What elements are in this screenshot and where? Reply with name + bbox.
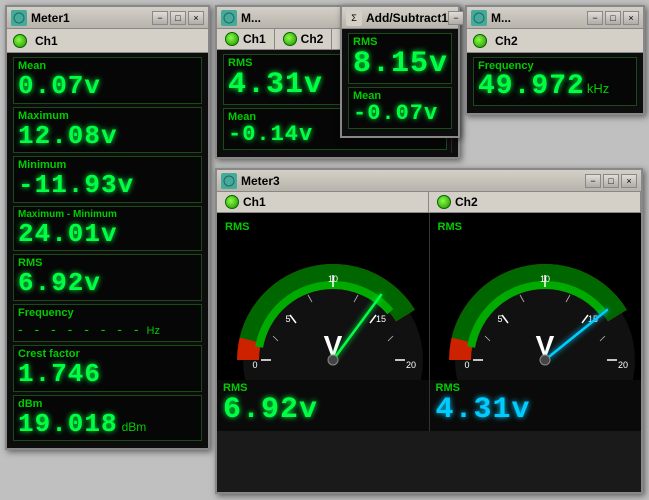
freq-title: M... [491, 11, 511, 25]
meter1-maxmin-value: 24.01v [18, 220, 197, 249]
addsub-mean-value: -0.07v [353, 102, 447, 126]
meter1-freq-unit: Hz [147, 325, 160, 337]
meter3-title: Meter3 [241, 174, 280, 188]
addsub-mean-block: Mean -0.07v [348, 87, 452, 129]
addsub-title: Add/Subtract1 [366, 11, 448, 25]
freq-minimize[interactable]: − [587, 11, 603, 25]
addsub-minimize[interactable]: − [448, 11, 464, 25]
freq-ch2-label: Ch2 [495, 34, 518, 48]
meter1-restore[interactable]: □ [170, 11, 186, 25]
meter3-ch1-rms-label: RMS [225, 221, 249, 233]
freq-titlebar: M... − □ × [467, 7, 643, 29]
meter3-ch2-rms-bottom: RMS 4.31v [430, 380, 642, 431]
meter2-title: M... [241, 11, 261, 25]
meter2-ch1-indicator [225, 32, 239, 46]
meter3-ch1-tab[interactable]: Ch1 [217, 192, 429, 212]
meter2-ch1-tab[interactable]: Ch1 [217, 29, 275, 49]
meter3-gauge1-section: RMS [217, 213, 430, 431]
freq-channelbar: Ch2 [467, 29, 643, 53]
freq-close[interactable]: × [623, 11, 639, 25]
meter1-mean-value: 0.07v [18, 72, 197, 101]
meter3-ch2-indicator [437, 195, 451, 209]
addsub-icon: Σ [346, 10, 362, 26]
meter1-dbm-unit: dBm [122, 420, 147, 434]
addsub-rms-value: 8.15v [353, 48, 447, 81]
freq-window: M... − □ × Ch2 Frequency 49.972 kHz [465, 5, 645, 115]
meter1-min-value: -11.93v [18, 171, 197, 200]
addsub-window: Σ Add/Subtract1 − □ × RMS 8.15v Mean -0.… [340, 5, 460, 138]
meter1-rms-block: RMS 6.92v [13, 254, 202, 301]
freq-ch2-indicator [473, 34, 487, 48]
meter1-rms-value: 6.92v [18, 269, 197, 298]
meter3-ch1-rms-bottom: RMS 6.92v [217, 380, 429, 431]
meter1-maxmin-block: Maximum - Minimum 24.01v [13, 206, 202, 252]
addsub-content: RMS 8.15v Mean -0.07v [342, 29, 458, 136]
meter1-ch1-label: Ch1 [35, 34, 58, 48]
svg-text:20: 20 [618, 360, 628, 370]
freq-icon [471, 10, 487, 26]
meter1-dbm-label: dBm [18, 398, 197, 410]
meter3-restore[interactable]: □ [603, 174, 619, 188]
meter2-ch2-tab[interactable]: Ch2 [275, 29, 333, 49]
meter2-icon [221, 10, 237, 26]
meter1-min-block: Minimum -11.93v [13, 156, 202, 203]
meter3-gauge1-container: 0 5 10 15 20 [217, 235, 429, 380]
meter1-title: Meter1 [31, 11, 70, 25]
meter1-freq-dashes: - - - - - - - - [18, 321, 143, 337]
freq-restore[interactable]: □ [605, 11, 621, 25]
freq-unit: kHz [587, 81, 609, 96]
meter1-channelbar: Ch1 [7, 29, 208, 53]
meter3-ch1-indicator [225, 195, 239, 209]
meter3-titlebar: Meter3 − □ × [217, 170, 641, 192]
meter3-minimize[interactable]: − [585, 174, 601, 188]
meter2-ch1-label: Ch1 [243, 32, 266, 46]
meter1-max-block: Maximum 12.08v [13, 107, 202, 154]
meter1-crest-value: 1.746 [18, 360, 197, 389]
meter3-ch2-tab[interactable]: Ch2 [429, 192, 641, 212]
addsub-titlebar: Σ Add/Subtract1 − □ × [342, 7, 458, 29]
meter3-ch2-rms-bottom-value: 4.31v [436, 394, 636, 427]
freq-value: 49.972 [478, 72, 585, 103]
meter1-crest-block: Crest factor 1.746 [13, 345, 202, 392]
meter1-content: Mean 0.07v Maximum 12.08v Minimum -11.93… [7, 53, 208, 448]
meter1-close[interactable]: × [188, 11, 204, 25]
meter3-channel-tabs: Ch1 Ch2 [217, 192, 641, 213]
meter3-ch2-label: Ch2 [455, 195, 478, 209]
meter1-icon [11, 10, 27, 26]
meter3-ch1-label: Ch1 [243, 195, 266, 209]
meter1-ch1-indicator [13, 34, 27, 48]
meter3-gauge1: 0 5 10 15 20 [233, 250, 413, 370]
meter3-window: Meter3 − □ × Ch1 Ch2 RMS [215, 168, 643, 494]
meter1-window: Meter1 − □ × Ch1 Mean 0.07v Maximum 12.0… [5, 5, 210, 450]
freq-metric-block: Frequency 49.972 kHz [473, 57, 637, 106]
meter3-gauge2: 0 5 10 15 20 [445, 250, 625, 370]
meter2-ch2-indicator [283, 32, 297, 46]
svg-text:15: 15 [376, 314, 386, 324]
meter1-freq-label: Frequency [18, 307, 197, 319]
meter3-ch1-rms-bottom-value: 6.92v [223, 394, 423, 427]
meter1-dbm-value: 19.018 [18, 410, 118, 439]
svg-text:20: 20 [406, 360, 416, 370]
svg-text:0: 0 [252, 360, 257, 370]
meter3-icon [221, 173, 237, 189]
addsub-rms-block: RMS 8.15v [348, 33, 452, 84]
meter3-gauges-row: RMS [217, 213, 641, 431]
meter3-ch2-rms-label: RMS [438, 221, 462, 233]
meter3-gauge2-container: 0 5 10 15 20 [430, 235, 642, 380]
meter3-gauge2-section: RMS 0 5 [430, 213, 642, 431]
svg-text:0: 0 [465, 360, 470, 370]
freq-content: Frequency 49.972 kHz [467, 53, 643, 113]
meter3-close[interactable]: × [621, 174, 637, 188]
meter1-minimize[interactable]: − [152, 11, 168, 25]
meter1-freq-block: Frequency - - - - - - - - Hz [13, 304, 202, 342]
meter1-titlebar: Meter1 − □ × [7, 7, 208, 29]
meter1-max-label: Maximum [18, 110, 197, 122]
meter1-max-value: 12.08v [18, 122, 197, 151]
meter1-dbm-block: dBm 19.018 dBm [13, 395, 202, 442]
meter1-mean-block: Mean 0.07v [13, 57, 202, 104]
meter2-ch2-label: Ch2 [301, 32, 324, 46]
